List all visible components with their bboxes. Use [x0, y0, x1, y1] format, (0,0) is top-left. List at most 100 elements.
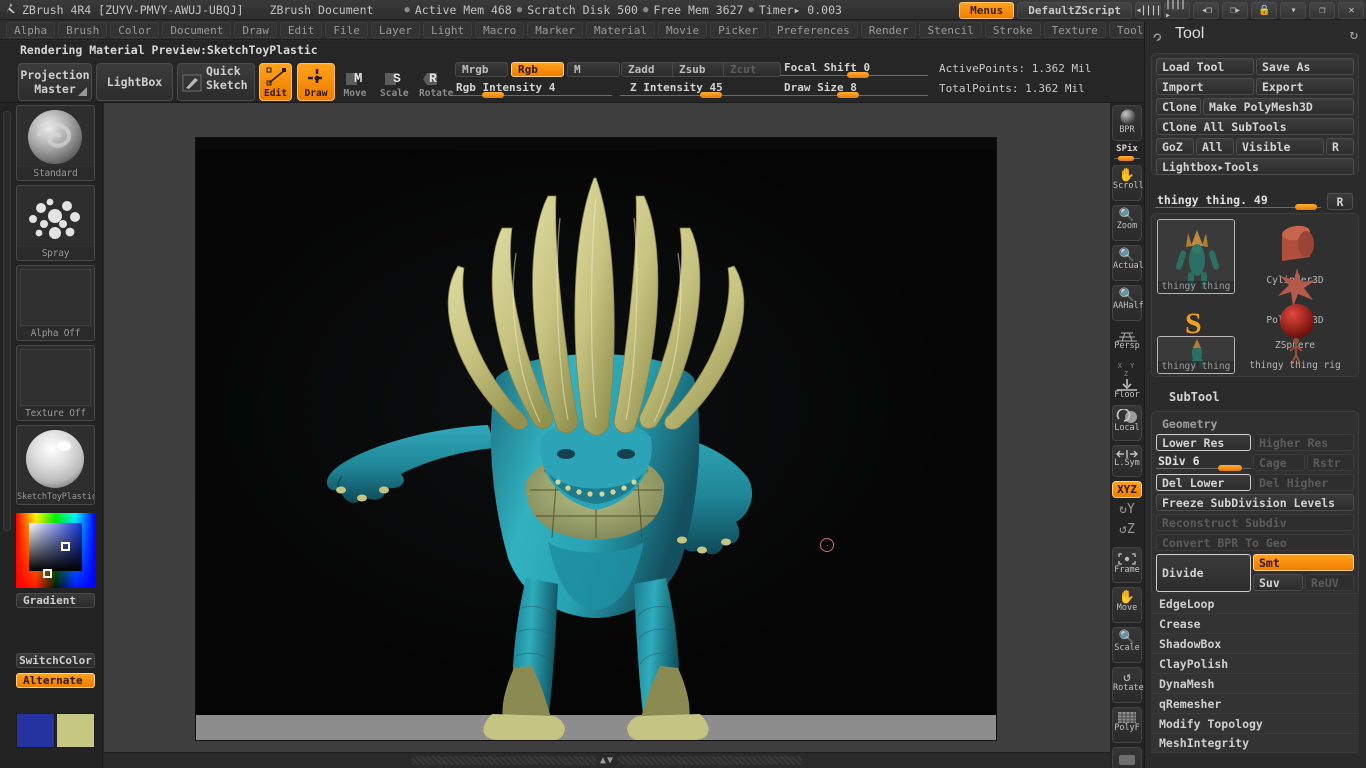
color-marker-sv[interactable] [61, 542, 70, 551]
section-qremesher[interactable]: qRemesher [1151, 693, 1359, 713]
back-arrow-icon[interactable]: ➲ [1148, 27, 1167, 46]
section-shadowbox[interactable]: ShadowBox [1151, 633, 1359, 653]
close-icon[interactable]: ✕ [1338, 1, 1364, 19]
menu-edit[interactable]: Edit [279, 22, 323, 38]
lock-icon[interactable]: 🔒 [1251, 1, 1277, 19]
alternate-button[interactable]: Alternate [16, 673, 95, 688]
freeze-subdivision-button[interactable]: Freeze SubDivision Levels [1156, 494, 1354, 511]
menu-texture[interactable]: Texture [1043, 22, 1106, 38]
del-lower-button[interactable]: Del Lower [1156, 474, 1251, 491]
goz-button[interactable]: GoZ [1156, 138, 1194, 155]
texture-swatch[interactable]: Texture Off [16, 345, 95, 421]
menu-picker[interactable]: Picker [710, 22, 766, 38]
brush-swatch[interactable]: Standard [16, 105, 95, 181]
zoom-button[interactable]: 🔍 Zoom [1112, 205, 1142, 241]
section-modify-topology[interactable]: Modify Topology [1151, 713, 1359, 733]
xyz-button[interactable]: XYZ [1112, 481, 1142, 498]
projection-master-button[interactable]: Projection Master [18, 63, 92, 101]
scroll-hatch-left[interactable] [412, 756, 596, 765]
window-next-button[interactable]: ❐▸ [1222, 1, 1248, 19]
divide-button[interactable]: Divide [1156, 554, 1251, 592]
tool-selector-slider[interactable]: thingy thing. 49 R [1155, 193, 1355, 211]
alpha-swatch[interactable]: Alpha Off [16, 265, 95, 341]
zcut-button[interactable]: Zcut [723, 62, 781, 77]
rgb-button[interactable]: Rgb [511, 62, 564, 77]
lightbox-button[interactable]: LightBox [96, 63, 173, 101]
menu-movie[interactable]: Movie [657, 22, 708, 38]
scroll-up-icon[interactable]: ▲▼ [596, 755, 618, 766]
menu-render[interactable]: Render [860, 22, 917, 38]
section-edgeloop[interactable]: EdgeLoop [1151, 593, 1359, 613]
primary-color-swatch[interactable] [16, 713, 55, 748]
refresh-icon[interactable]: ↻ [1350, 27, 1358, 43]
tool-thumb-thingy-1[interactable]: thingy thing [1157, 219, 1235, 294]
scroll-button[interactable]: ✋ Scroll [1112, 165, 1144, 201]
menu-alpha[interactable]: Alpha [6, 22, 56, 38]
export-button[interactable]: Export [1256, 78, 1354, 95]
save-as-button[interactable]: Save As [1256, 58, 1354, 75]
import-button[interactable]: Import [1156, 78, 1254, 95]
menu-document[interactable]: Document [162, 22, 232, 38]
m-button[interactable]: M [567, 62, 620, 77]
menu-light[interactable]: Light [422, 22, 473, 38]
nav-next-button[interactable]: ||||▸ [1164, 0, 1190, 21]
menu-color[interactable]: Color [110, 22, 160, 38]
scale-tool-button[interactable]: 🔍 Scale [1112, 627, 1142, 663]
make-polymesh3d-button[interactable]: Make PolyMesh3D [1203, 98, 1354, 115]
document-scroll-track[interactable]: ▲▼ [412, 755, 803, 766]
slider-knob[interactable] [1118, 156, 1134, 161]
lightbox-tools-button[interactable]: Lightbox▸Tools [1156, 158, 1354, 175]
creature-model[interactable] [196, 138, 996, 740]
zscript-button[interactable]: DefaultZScript [1017, 1, 1132, 19]
scale-button[interactable]: S Scale [379, 63, 409, 101]
all-button[interactable]: All [1196, 138, 1234, 155]
menu-layer[interactable]: Layer [370, 22, 420, 38]
menu-file[interactable]: File [325, 22, 368, 38]
zsub-button[interactable]: Zsub [672, 62, 730, 77]
material-swatch[interactable]: SketchToyPlastic [16, 425, 95, 505]
spix-slider[interactable] [1114, 156, 1140, 161]
sdiv-slider[interactable]: SDiv 6 [1156, 454, 1251, 472]
nav-prev-button[interactable]: ◂|||| [1135, 1, 1162, 19]
minimize-icon[interactable]: ▾ [1280, 1, 1306, 19]
left-sidebar-scrollbar[interactable] [3, 111, 11, 531]
extra-button[interactable] [1112, 747, 1142, 768]
rotate-z-button[interactable]: ↺Z [1112, 521, 1142, 539]
menu-preferences[interactable]: Preferences [768, 22, 858, 38]
secondary-color-swatch[interactable] [56, 713, 95, 748]
polyf-button[interactable]: PolyF [1112, 707, 1142, 743]
slider-knob[interactable] [482, 92, 504, 98]
load-tool-button[interactable]: Load Tool [1156, 58, 1254, 75]
local-button[interactable]: Local [1112, 405, 1142, 441]
clone-button[interactable]: Clone [1156, 98, 1201, 115]
zadd-button[interactable]: Zadd [621, 62, 679, 77]
smt-button[interactable]: Smt [1253, 554, 1354, 571]
mrgb-button[interactable]: Mrgb [455, 62, 508, 77]
section-meshintegrity[interactable]: MeshIntegrity [1151, 733, 1359, 753]
color-picker[interactable] [16, 513, 95, 588]
subtool-section-header[interactable]: SubTool [1145, 390, 1366, 404]
slider-knob[interactable] [837, 92, 859, 98]
menu-material[interactable]: Material [585, 22, 655, 38]
geometry-header[interactable]: Geometry [1156, 415, 1354, 432]
rotate-y-button[interactable]: ↻Y [1112, 501, 1142, 519]
menu-brush[interactable]: Brush [58, 22, 108, 38]
menus-button[interactable]: Menus [959, 1, 1015, 19]
section-dynamesh[interactable]: DynaMesh [1151, 673, 1359, 693]
menu-marker[interactable]: Marker [527, 22, 583, 38]
floor-button[interactable]: X Y Z Floor [1112, 361, 1142, 400]
bpr-button[interactable]: BPR [1112, 105, 1142, 141]
document-frame[interactable] [196, 138, 996, 740]
persp-button[interactable]: Persp [1112, 325, 1142, 359]
lsym-button[interactable]: L.Sym [1112, 445, 1142, 477]
cage-button[interactable]: Cage [1253, 454, 1305, 471]
higher-res-button[interactable]: Higher Res [1253, 434, 1354, 451]
actual-button[interactable]: 🔍 Actual [1112, 245, 1144, 281]
tool-thumb-thingy-2[interactable]: thingy thing [1157, 336, 1235, 374]
canvas-area[interactable] [104, 103, 1110, 752]
move-tool-button[interactable]: ✋ Move [1112, 587, 1142, 623]
rotate-tool-button[interactable]: ↺ Rotate [1112, 667, 1144, 703]
frame-button[interactable]: Frame [1112, 547, 1142, 583]
clone-all-subtools-button[interactable]: Clone All SubTools [1156, 118, 1354, 135]
slider-knob[interactable] [1295, 204, 1317, 210]
